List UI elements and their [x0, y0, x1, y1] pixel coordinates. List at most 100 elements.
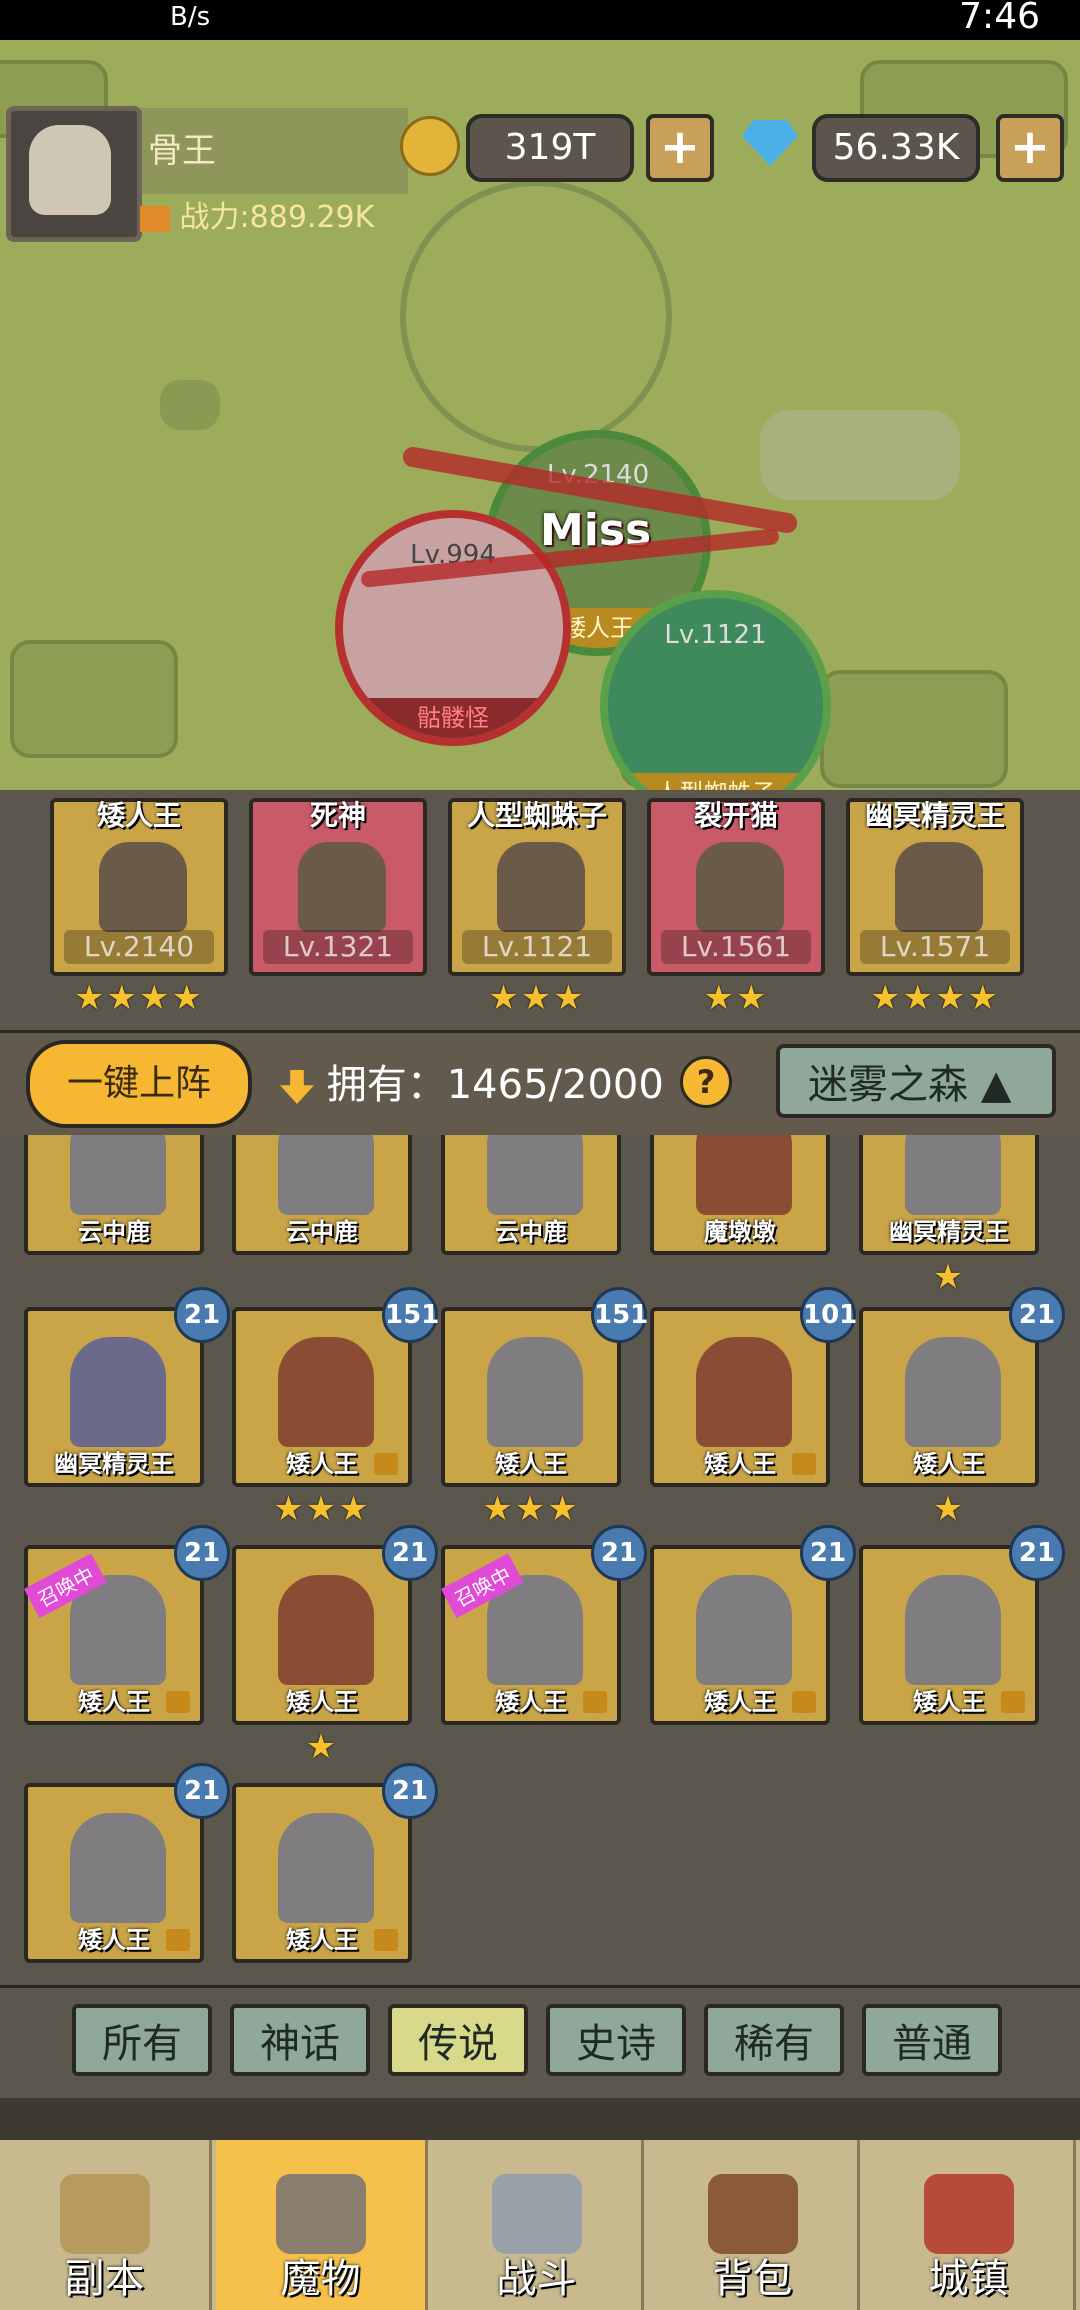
tab-common[interactable]: 普通: [862, 2004, 1002, 2076]
lineup-name: 裂开猫: [693, 799, 778, 832]
star-rating: ★: [932, 1489, 966, 1529]
monster-card[interactable]: 矮人王: [232, 1307, 412, 1487]
monster-card[interactable]: 矮人王: [441, 1307, 621, 1487]
lineup-card[interactable]: 死神 Lv.1321: [249, 798, 427, 976]
nav-label: 战斗: [496, 2256, 577, 2302]
add-gems-button[interactable]: +: [996, 114, 1064, 182]
count-badge: 21: [174, 1763, 230, 1819]
monster-portrait: [905, 1337, 1001, 1447]
owned-count-text: 拥有：1465/2000: [326, 1062, 664, 1108]
monster-card[interactable]: 矮人王 召唤中: [441, 1545, 621, 1725]
count-badge: 21: [1009, 1287, 1065, 1343]
monster-portrait: [70, 1135, 166, 1215]
monster-name: 魔墩墩: [704, 1218, 776, 1246]
star-rating: [249, 978, 427, 1016]
map-rock: [820, 670, 1008, 788]
monster-portrait: [278, 1337, 374, 1447]
lineup-level: Lv.1571: [860, 930, 1010, 964]
clock: 7:46: [959, 0, 1040, 37]
monster-card[interactable]: 矮人王: [24, 1783, 204, 1963]
lineup-level: Lv.1121: [462, 930, 612, 964]
monster-card[interactable]: 矮人王: [859, 1307, 1039, 1487]
monster-card[interactable]: 矮人王: [650, 1545, 830, 1725]
lock-icon: [1001, 1691, 1025, 1713]
monster-card[interactable]: 矮人王 召唤中: [24, 1545, 204, 1725]
dragon-skeleton: [760, 410, 960, 500]
tab-legendary[interactable]: 传说: [388, 2004, 528, 2076]
monster-portrait: [298, 842, 386, 932]
star-rating: ★: [305, 1727, 339, 1767]
monster-card[interactable]: 魔墩墩: [650, 1135, 830, 1255]
nav-label: 城镇: [928, 2256, 1009, 2302]
lineup-card[interactable]: 人型蜘蛛子 Lv.1121: [448, 798, 626, 976]
nav-dungeon[interactable]: 副本: [0, 2140, 212, 2310]
count-badge: 21: [382, 1525, 438, 1581]
count-badge: 21: [1009, 1525, 1065, 1581]
monster-name: 矮人王: [495, 1450, 567, 1478]
auto-deploy-button[interactable]: 一键上阵: [26, 1040, 252, 1128]
count-badge: 21: [174, 1287, 230, 1343]
monster-portrait: [895, 842, 983, 932]
help-button[interactable]: ?: [680, 1056, 732, 1108]
monster-portrait: [696, 1135, 792, 1215]
lineup-name: 死神: [309, 799, 366, 832]
monster-card[interactable]: 矮人王: [650, 1307, 830, 1487]
player-name: 骨王: [140, 108, 408, 194]
add-gold-button[interactable]: +: [646, 114, 714, 182]
monster-portrait: [487, 1135, 583, 1215]
region-dropdown[interactable]: 迷雾之森 ▲: [776, 1044, 1056, 1118]
nav-backpack[interactable]: 背包: [648, 2140, 860, 2310]
lock-icon: [374, 1453, 398, 1475]
status-bar: B/s 7:46: [0, 0, 1080, 40]
monster-name: 幽冥精灵王: [54, 1450, 174, 1478]
lock-icon: [166, 1929, 190, 1951]
nav-battle-icon: [492, 2174, 582, 2254]
tab-rare[interactable]: 稀有: [704, 2004, 844, 2076]
star-rating: ★★★: [273, 1489, 371, 1529]
monster-card[interactable]: 云中鹿: [232, 1135, 412, 1255]
lineup-name: 幽冥精灵王: [864, 799, 1005, 832]
lineup-card[interactable]: 幽冥精灵王 Lv.1571: [846, 798, 1024, 976]
tab-all[interactable]: 所有: [72, 2004, 212, 2076]
monster-name: 云中鹿: [495, 1218, 567, 1246]
lineup-level: Lv.1321: [263, 930, 413, 964]
monster-portrait: [497, 842, 585, 932]
lock-icon: [792, 1453, 816, 1475]
monster-name: 矮人王: [913, 1450, 985, 1478]
lock-icon: [166, 1691, 190, 1713]
star-rating: ★★★: [488, 978, 586, 1018]
monster-name: 矮人王: [286, 1688, 358, 1716]
ally-unit-spider[interactable]: Lv.1121 人型蜘蛛子: [600, 590, 831, 821]
lineup-level: Lv.2140: [64, 930, 214, 964]
monster-portrait: [278, 1135, 374, 1215]
lock-icon: [583, 1691, 607, 1713]
combat-power-value: 战力:889.29K: [179, 200, 375, 235]
monster-portrait: [487, 1337, 583, 1447]
skull-decor: [160, 380, 220, 430]
lineup-card[interactable]: 裂开猫 Lv.1561: [647, 798, 825, 976]
monster-card[interactable]: 矮人王: [232, 1545, 412, 1725]
nav-monsters-icon: [276, 2174, 366, 2254]
count-badge: 21: [591, 1525, 647, 1581]
nav-town[interactable]: 城镇: [864, 2140, 1076, 2310]
combat-power: 战力:889.29K: [140, 192, 374, 236]
nav-monsters[interactable]: 魔物: [216, 2140, 428, 2310]
nav-battle[interactable]: 战斗: [432, 2140, 644, 2310]
owned-count: 拥有：1465/2000: [280, 1052, 664, 1110]
lineup-card[interactable]: 矮人王 Lv.2140: [50, 798, 228, 976]
unit-name: 骷髅怪: [343, 698, 563, 738]
tab-epic[interactable]: 史诗: [546, 2004, 686, 2076]
monster-card[interactable]: 幽冥精灵王: [24, 1307, 204, 1487]
monster-card[interactable]: 矮人王: [859, 1545, 1039, 1725]
count-badge: 101: [800, 1287, 857, 1343]
enemy-unit-skeleton[interactable]: Lv.994 骷髅怪: [335, 510, 571, 746]
count-badge: 151: [382, 1287, 439, 1343]
monster-card[interactable]: 幽冥精灵王: [859, 1135, 1039, 1255]
monster-card[interactable]: 矮人王: [232, 1783, 412, 1963]
monster-name: 云中鹿: [78, 1218, 150, 1246]
monster-card[interactable]: 云中鹿: [441, 1135, 621, 1255]
player-avatar[interactable]: [6, 106, 142, 242]
monster-card[interactable]: 云中鹿: [24, 1135, 204, 1255]
count-badge: 21: [174, 1525, 230, 1581]
tab-mythic[interactable]: 神话: [230, 2004, 370, 2076]
